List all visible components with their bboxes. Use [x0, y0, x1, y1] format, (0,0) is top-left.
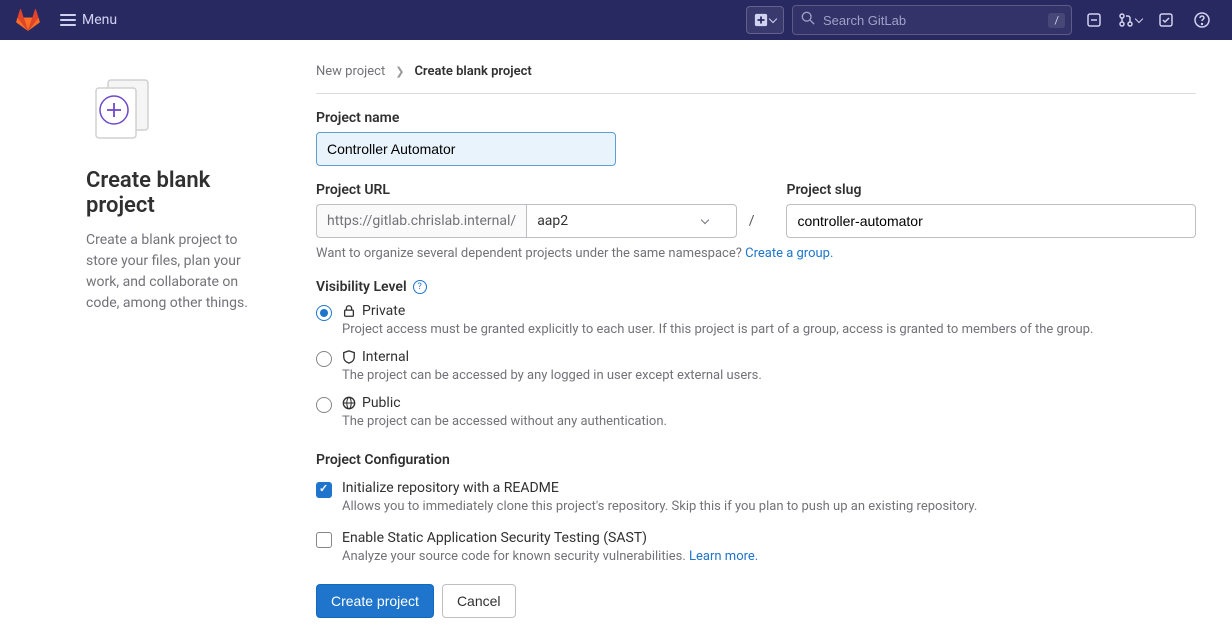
visibility-private[interactable]: Private Project access must be granted e… [316, 303, 1196, 339]
todos-icon[interactable] [1152, 6, 1180, 34]
visibility-label: Visibility Level [316, 279, 407, 295]
checkbox-input[interactable] [316, 482, 332, 498]
info-icon[interactable]: ? [413, 280, 427, 294]
visibility-public[interactable]: Public The project can be accessed witho… [316, 395, 1196, 431]
radio-input[interactable] [316, 305, 332, 321]
globe-icon [342, 396, 356, 410]
chevron-right-icon: ❯ [395, 65, 404, 78]
sidebar-title: Create blank project [86, 168, 272, 218]
search-container: / [792, 5, 1072, 35]
url-slug-row: Project URL https://gitlab.chrislab.inte… [316, 182, 1196, 238]
radio-input[interactable] [316, 397, 332, 413]
breadcrumb-current: Create blank project [414, 64, 531, 79]
chevron-down-icon [1135, 14, 1143, 22]
project-illustration [86, 74, 272, 150]
search-icon [801, 11, 815, 29]
readme-desc: Allows you to immediately clone this pro… [342, 498, 1196, 516]
top-navbar: Menu / [0, 0, 1232, 40]
url-prefix: https://gitlab.chrislab.internal/ [316, 204, 526, 238]
sast-desc: Analyze your source code for known secur… [342, 548, 1196, 566]
hamburger-icon [60, 14, 76, 26]
url-separator: / [737, 213, 767, 229]
checkbox-input[interactable] [316, 532, 332, 548]
page-content: Create blank project Create a blank proj… [0, 40, 1232, 642]
search-kbd-hint: / [1048, 13, 1065, 28]
project-url-group: Project URL https://gitlab.chrislab.inte… [316, 182, 766, 238]
sast-label: Enable Static Application Security Testi… [342, 530, 1196, 546]
visibility-internal-label: Internal [362, 349, 409, 365]
main-form: New project ❯ Create blank project Proje… [296, 64, 1216, 618]
visibility-private-label: Private [362, 303, 405, 319]
visibility-public-label: Public [362, 395, 401, 411]
navbar-left: Menu [16, 8, 125, 32]
radio-input[interactable] [316, 351, 332, 367]
namespace-help: Want to organize several dependent proje… [316, 246, 1196, 261]
help-icon[interactable] [1188, 6, 1216, 34]
lock-icon [342, 304, 356, 318]
readme-label: Initialize repository with a README [342, 480, 1196, 496]
menu-label: Menu [82, 12, 117, 28]
visibility-group: Visibility Level ? Private Project acces… [316, 279, 1196, 432]
project-name-group: Project name [316, 110, 1196, 166]
left-panel: Create blank project Create a blank proj… [16, 64, 296, 618]
sidebar-description: Create a blank project to store your fil… [86, 230, 272, 314]
visibility-private-desc: Project access must be granted explicitl… [342, 321, 1196, 339]
create-group-link[interactable]: Create a group. [745, 246, 833, 261]
visibility-internal[interactable]: Internal The project can be accessed by … [316, 349, 1196, 385]
gitlab-logo[interactable] [16, 8, 40, 32]
menu-button[interactable]: Menu [52, 8, 125, 32]
breadcrumb-parent[interactable]: New project [316, 64, 385, 79]
project-slug-input[interactable] [786, 204, 1196, 238]
sast-option[interactable]: Enable Static Application Security Testi… [316, 530, 1196, 566]
project-slug-group: Project slug [786, 182, 1196, 238]
project-url-label: Project URL [316, 182, 766, 198]
url-input-group: https://gitlab.chrislab.internal/ aap2 / [316, 204, 766, 238]
create-new-button[interactable] [746, 6, 784, 34]
visibility-public-desc: The project can be accessed without any … [342, 413, 1196, 431]
project-name-label: Project name [316, 110, 1196, 126]
chevron-down-icon [700, 215, 708, 223]
project-slug-label: Project slug [786, 182, 1196, 198]
namespace-select[interactable]: aap2 [526, 204, 737, 238]
namespace-value: aap2 [537, 213, 568, 229]
chevron-down-icon [769, 14, 777, 22]
breadcrumb: New project ❯ Create blank project [316, 64, 1196, 94]
visibility-label-row: Visibility Level ? [316, 279, 1196, 295]
navbar-right: / [746, 5, 1216, 35]
project-name-input[interactable] [316, 132, 616, 166]
search-input[interactable] [793, 13, 1048, 28]
sast-learn-more-link[interactable]: Learn more. [689, 549, 758, 564]
config-heading: Project Configuration [316, 452, 1196, 468]
merge-requests-icon[interactable] [1116, 6, 1144, 34]
visibility-internal-desc: The project can be accessed by any logge… [342, 367, 1196, 385]
shield-icon [342, 350, 356, 364]
readme-option[interactable]: Initialize repository with a README Allo… [316, 480, 1196, 516]
issues-icon[interactable] [1080, 6, 1108, 34]
